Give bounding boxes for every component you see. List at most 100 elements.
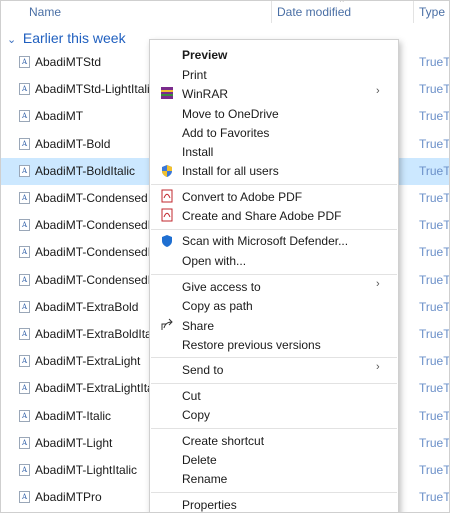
font-file-icon: A [19, 436, 30, 449]
file-type: TrueT [419, 245, 450, 260]
file-type: TrueT [419, 408, 450, 423]
font-file-icon: A [19, 192, 30, 204]
column-name-header[interactable]: Name [29, 5, 61, 19]
font-file-icon: A [19, 300, 30, 313]
font-file-icon: A [19, 382, 30, 395]
column-divider[interactable] [271, 1, 272, 23]
menu-separator [151, 184, 397, 185]
adobe-pdf-share-icon [161, 208, 173, 222]
file-name: AbadiMT-Light [35, 435, 113, 450]
column-date-modified-header[interactable]: Date modified [277, 5, 351, 19]
file-type: TrueT [419, 490, 450, 505]
file-type: TrueT [419, 463, 450, 477]
font-file-icon: A [19, 246, 30, 259]
font-file-icon: A [19, 328, 30, 340]
file-type: TrueT [419, 136, 450, 151]
menu-item-copy-path[interactable]: Copy as path [182, 299, 253, 313]
file-type: TrueT [419, 381, 450, 396]
file-explorer-window: Name ⌃ Date modified Type ⌄ Earlier this… [0, 0, 450, 513]
menu-separator [151, 274, 397, 275]
menu-item-create-shortcut[interactable]: Create shortcut [182, 434, 264, 448]
menu-item-share[interactable]: Share [182, 319, 214, 333]
file-name: AbadiMTStd [35, 55, 102, 69]
file-name: AbadiMT-ExtraLightItalic [35, 381, 166, 396]
file-type: TrueT [419, 55, 450, 69]
file-name: AbadiMTStd-LightItalic [35, 82, 156, 97]
file-name: AbadiMT-Bold [35, 136, 111, 151]
font-file-icon: A [19, 219, 30, 232]
menu-separator [151, 492, 397, 493]
defender-shield-icon [162, 235, 172, 247]
context-menu: Preview Print WinRAR › Move to OneDrive … [149, 39, 399, 512]
font-file-icon: A [19, 110, 30, 123]
file-type: TrueT [419, 163, 450, 178]
submenu-arrow-icon: › [376, 85, 380, 97]
file-type: TrueT [419, 218, 450, 233]
menu-item-open-with[interactable]: Open with... [182, 254, 246, 268]
file-type: TrueT [419, 109, 450, 124]
submenu-arrow-icon: › [376, 278, 380, 290]
file-name: AbadiMT-CondensedBo [35, 218, 163, 233]
font-file-icon: A [19, 56, 30, 68]
file-name: AbadiMT-BoldItalic [35, 163, 136, 178]
menu-separator [151, 383, 397, 384]
menu-item-create-share-pdf[interactable]: Create and Share Adobe PDF [182, 209, 341, 223]
menu-item-move-onedrive[interactable]: Move to OneDrive [182, 107, 279, 121]
file-type: TrueT [419, 272, 450, 287]
menu-item-preview[interactable]: Preview [182, 48, 227, 62]
menu-item-give-access[interactable]: Give access to [182, 280, 261, 294]
menu-separator [151, 229, 397, 230]
font-file-icon: A [19, 491, 30, 504]
menu-item-properties[interactable]: Properties [182, 498, 237, 512]
chevron-down-icon[interactable]: ⌄ [7, 33, 19, 46]
menu-item-restore-versions[interactable]: Restore previous versions [182, 338, 321, 352]
menu-item-add-favorites[interactable]: Add to Favorites [182, 126, 269, 140]
column-divider[interactable] [413, 1, 414, 23]
menu-item-winrar[interactable]: WinRAR [182, 87, 228, 101]
font-file-icon: A [19, 83, 30, 96]
menu-item-print[interactable]: Print [182, 68, 207, 82]
file-name: AbadiMT-Italic [35, 408, 112, 423]
menu-item-convert-pdf[interactable]: Convert to Adobe PDF [182, 190, 302, 204]
share-icon [161, 318, 173, 330]
menu-separator [151, 428, 397, 429]
menu-item-scan-defender[interactable]: Scan with Microsoft Defender... [182, 234, 348, 248]
file-name: AbadiMT-ExtraBoldItalic [35, 327, 164, 341]
menu-separator [151, 357, 397, 358]
menu-item-cut[interactable]: Cut [182, 389, 201, 403]
file-type: TrueT [419, 354, 450, 369]
menu-item-install-all-users[interactable]: Install for all users [182, 164, 279, 178]
file-type: TrueT [419, 435, 450, 450]
file-name: AbadiMT-ExtraBold [35, 299, 139, 314]
uac-shield-icon [162, 165, 172, 177]
menu-item-copy[interactable]: Copy [182, 408, 210, 422]
font-file-icon: A [19, 164, 30, 177]
menu-item-rename[interactable]: Rename [182, 472, 227, 486]
font-file-icon: A [19, 355, 30, 368]
group-header-earlier-this-week[interactable]: ⌄ Earlier this week [7, 30, 126, 46]
font-file-icon: A [19, 464, 30, 476]
column-type-header[interactable]: Type [419, 5, 445, 19]
file-type: TrueT [419, 299, 450, 314]
submenu-arrow-icon: › [376, 361, 380, 373]
file-name: AbadiMT [35, 109, 84, 124]
file-type: TrueT [419, 327, 450, 341]
file-name: AbadiMTPro [35, 490, 102, 505]
adobe-pdf-icon [161, 189, 173, 203]
menu-item-delete[interactable]: Delete [182, 453, 217, 467]
group-label: Earlier this week [22, 30, 126, 46]
file-name: AbadiMT-LightItalic [35, 463, 138, 477]
file-name: AbadiMT-CondensedExt [35, 245, 166, 260]
menu-item-send-to[interactable]: Send to [182, 363, 223, 377]
file-name: AbadiMT-CondensedLig [35, 272, 164, 287]
column-header-bar: Name ⌃ Date modified Type [1, 1, 449, 23]
file-name: AbadiMT-ExtraLight [35, 354, 141, 369]
file-type: TrueT [419, 191, 450, 205]
file-type: TrueT [419, 82, 450, 97]
file-name: AbadiMT-Condensed [35, 191, 148, 205]
menu-item-install[interactable]: Install [182, 145, 213, 159]
winrar-icon [161, 87, 173, 99]
font-file-icon: A [19, 409, 30, 422]
font-file-icon: A [19, 273, 30, 286]
font-file-icon: A [19, 137, 30, 150]
